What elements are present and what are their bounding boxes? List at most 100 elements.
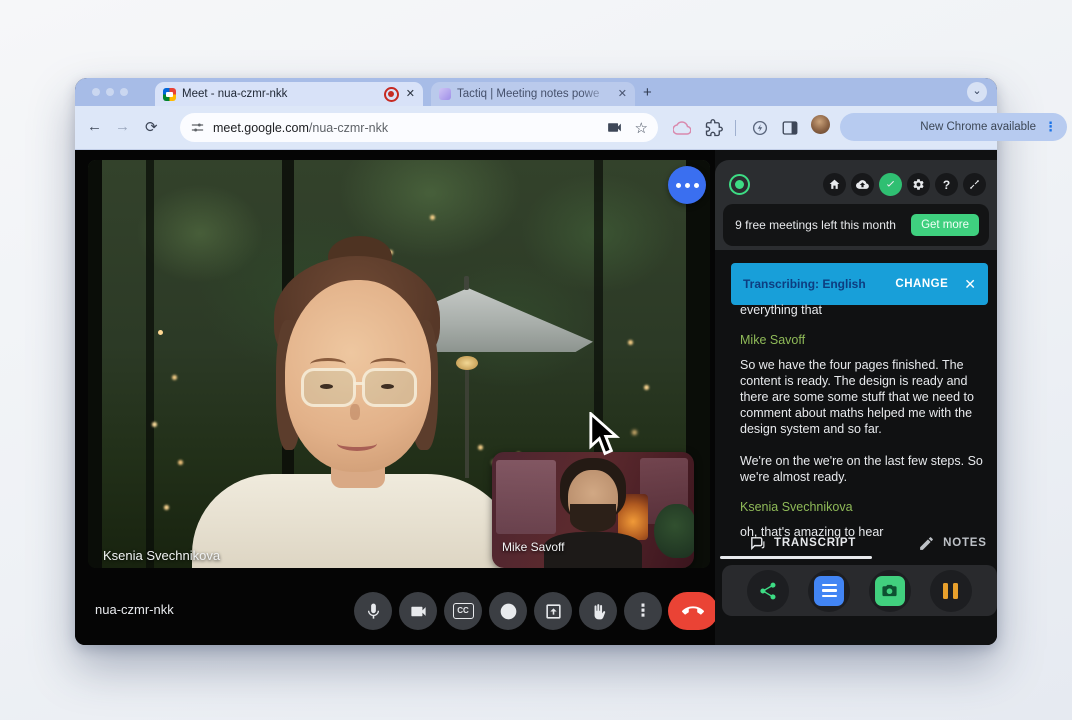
help-button[interactable]: ? [935, 173, 958, 196]
tab-meet-close-icon[interactable]: ✕ [406, 89, 415, 100]
tactiq-logo-icon [729, 174, 750, 195]
extensions-puzzle-icon[interactable] [705, 119, 723, 137]
active-tab-underline [720, 556, 872, 559]
chrome-update-pill[interactable]: New Chrome available ⋮ [840, 113, 1067, 141]
battery-saver-icon[interactable] [751, 119, 769, 137]
pip-window-left [496, 460, 556, 534]
banner-close-icon[interactable]: ✕ [964, 276, 976, 293]
google-docs-button[interactable] [808, 570, 850, 612]
share-button[interactable] [747, 570, 789, 612]
more-options-icon: ⋮ [635, 601, 652, 621]
recording-indicator-icon [384, 87, 399, 102]
browser-menu-icon[interactable]: ⋮ [1044, 119, 1057, 135]
tab-tactiq-title: Tactiq | Meeting notes powe [457, 88, 612, 100]
pip-plant [654, 504, 694, 558]
tab-meet-title: Meet - nua-czmr-nkk [182, 88, 378, 100]
mic-button[interactable] [354, 592, 392, 630]
shield-check-icon [884, 178, 897, 191]
desktop: Meet - nua-czmr-nkk ✕ Tactiq | Meeting n… [0, 0, 1072, 720]
raise-hand-button[interactable] [579, 592, 617, 630]
tab-notes-label: NOTES [943, 537, 987, 549]
plug-icon [968, 178, 981, 191]
privacy-shield-button[interactable] [879, 173, 902, 196]
tactiq-favicon-icon [439, 88, 451, 100]
forward-button[interactable]: → [115, 118, 130, 135]
toolbar-divider [735, 120, 736, 136]
screenshot-camera-icon [875, 576, 905, 606]
main-participant-name: Ksenia Svechnikova [103, 548, 220, 563]
google-docs-icon [814, 576, 844, 606]
end-call-button[interactable] [668, 592, 718, 630]
tab-tactiq[interactable]: Tactiq | Meeting notes powe ✕ [431, 82, 635, 106]
pencil-icon [918, 535, 935, 552]
back-button[interactable]: ← [87, 118, 102, 135]
screenshot-button[interactable] [869, 570, 911, 612]
reload-button[interactable]: ⟳ [145, 118, 158, 136]
chat-bubble-icon [749, 535, 766, 552]
pause-icon [943, 583, 958, 599]
captions-button[interactable]: CC [444, 592, 482, 630]
meet-favicon-icon [163, 88, 176, 101]
umbrella-lamp [456, 356, 478, 370]
present-button[interactable] [534, 592, 572, 630]
transcribing-label: Transcribing: English [743, 277, 866, 291]
address-bar[interactable]: meet.google.com/nua-czmr-nkk ☆ [180, 113, 658, 142]
transcript-speaker: Mike Savoff [740, 332, 988, 348]
new-tab-button[interactable]: + [643, 84, 652, 101]
window-zoom-button[interactable] [120, 88, 128, 96]
gear-icon [912, 178, 925, 191]
transcript-text: We're on the we're on the last few steps… [740, 453, 988, 485]
site-settings-icon[interactable] [190, 120, 205, 135]
transcript-panel[interactable]: everything that Mike Savoff So we have t… [740, 302, 988, 553]
tab-strip: Meet - nua-czmr-nkk ✕ Tactiq | Meeting n… [75, 78, 997, 106]
window-minimize-button[interactable] [106, 88, 114, 96]
chat-bubble-widget[interactable] [668, 166, 706, 204]
tab-transcript[interactable]: TRANSCRIPT [749, 528, 856, 558]
profile-avatar[interactable] [811, 115, 830, 134]
scene-frame [88, 160, 102, 568]
camera-permission-icon[interactable] [606, 119, 623, 136]
bookmark-star-icon[interactable]: ☆ [635, 119, 648, 137]
url-text[interactable]: meet.google.com/nua-czmr-nkk [213, 121, 388, 135]
detach-button[interactable] [963, 173, 986, 196]
help-icon: ? [943, 178, 950, 192]
tab-notes[interactable]: NOTES [918, 528, 987, 558]
home-icon [828, 178, 841, 191]
credits-banner: 9 free meetings left this month Get more [723, 204, 989, 246]
settings-button[interactable] [907, 173, 930, 196]
present-screen-icon [544, 602, 563, 621]
tactiq-header: ? 9 free meetings left this month Get mo… [715, 160, 997, 250]
tab-meet[interactable]: Meet - nua-czmr-nkk ✕ [155, 82, 423, 106]
meeting-code: nua-czmr-nkk [95, 602, 174, 617]
umbrella-finial [464, 276, 469, 290]
pause-transcription-button[interactable] [930, 570, 972, 612]
tab-tactiq-close-icon[interactable]: ✕ [618, 89, 627, 100]
scene-frame [146, 160, 154, 568]
extension-cloud-icon[interactable] [673, 119, 691, 137]
string-lights [158, 330, 163, 335]
more-options-button[interactable]: ⋮ [624, 592, 662, 630]
home-button[interactable] [823, 173, 846, 196]
side-panel-icon[interactable] [781, 119, 799, 137]
emoji-icon [499, 602, 518, 621]
reactions-button[interactable] [489, 592, 527, 630]
change-language-button[interactable]: CHANGE [895, 278, 948, 290]
chrome-update-label: New Chrome available [920, 121, 1036, 133]
tab-transcript-label: TRANSCRIPT [774, 537, 856, 549]
window-close-button[interactable] [92, 88, 100, 96]
camera-icon [409, 602, 428, 621]
camera-button[interactable] [399, 592, 437, 630]
pip-participant-name: Mike Savoff [502, 540, 564, 554]
pip-video-tile[interactable]: Mike Savoff [492, 452, 694, 568]
share-icon [758, 581, 778, 601]
cloud-upload-button[interactable] [851, 173, 874, 196]
get-more-button[interactable]: Get more [911, 214, 979, 236]
tab-strip-chevron-icon[interactable]: ⌄ [967, 82, 987, 102]
tactiq-action-bar [722, 565, 997, 616]
main-video-tile[interactable]: Ksenia Svechnikova Mike Savoff [88, 160, 710, 568]
end-call-icon [682, 600, 704, 622]
transcript-text: So we have the four pages finished. The … [740, 357, 988, 437]
tactiq-sidebar: ? 9 free meetings left this month Get mo… [715, 150, 997, 645]
cloud-upload-icon [856, 178, 869, 191]
captions-icon: CC [453, 603, 474, 619]
